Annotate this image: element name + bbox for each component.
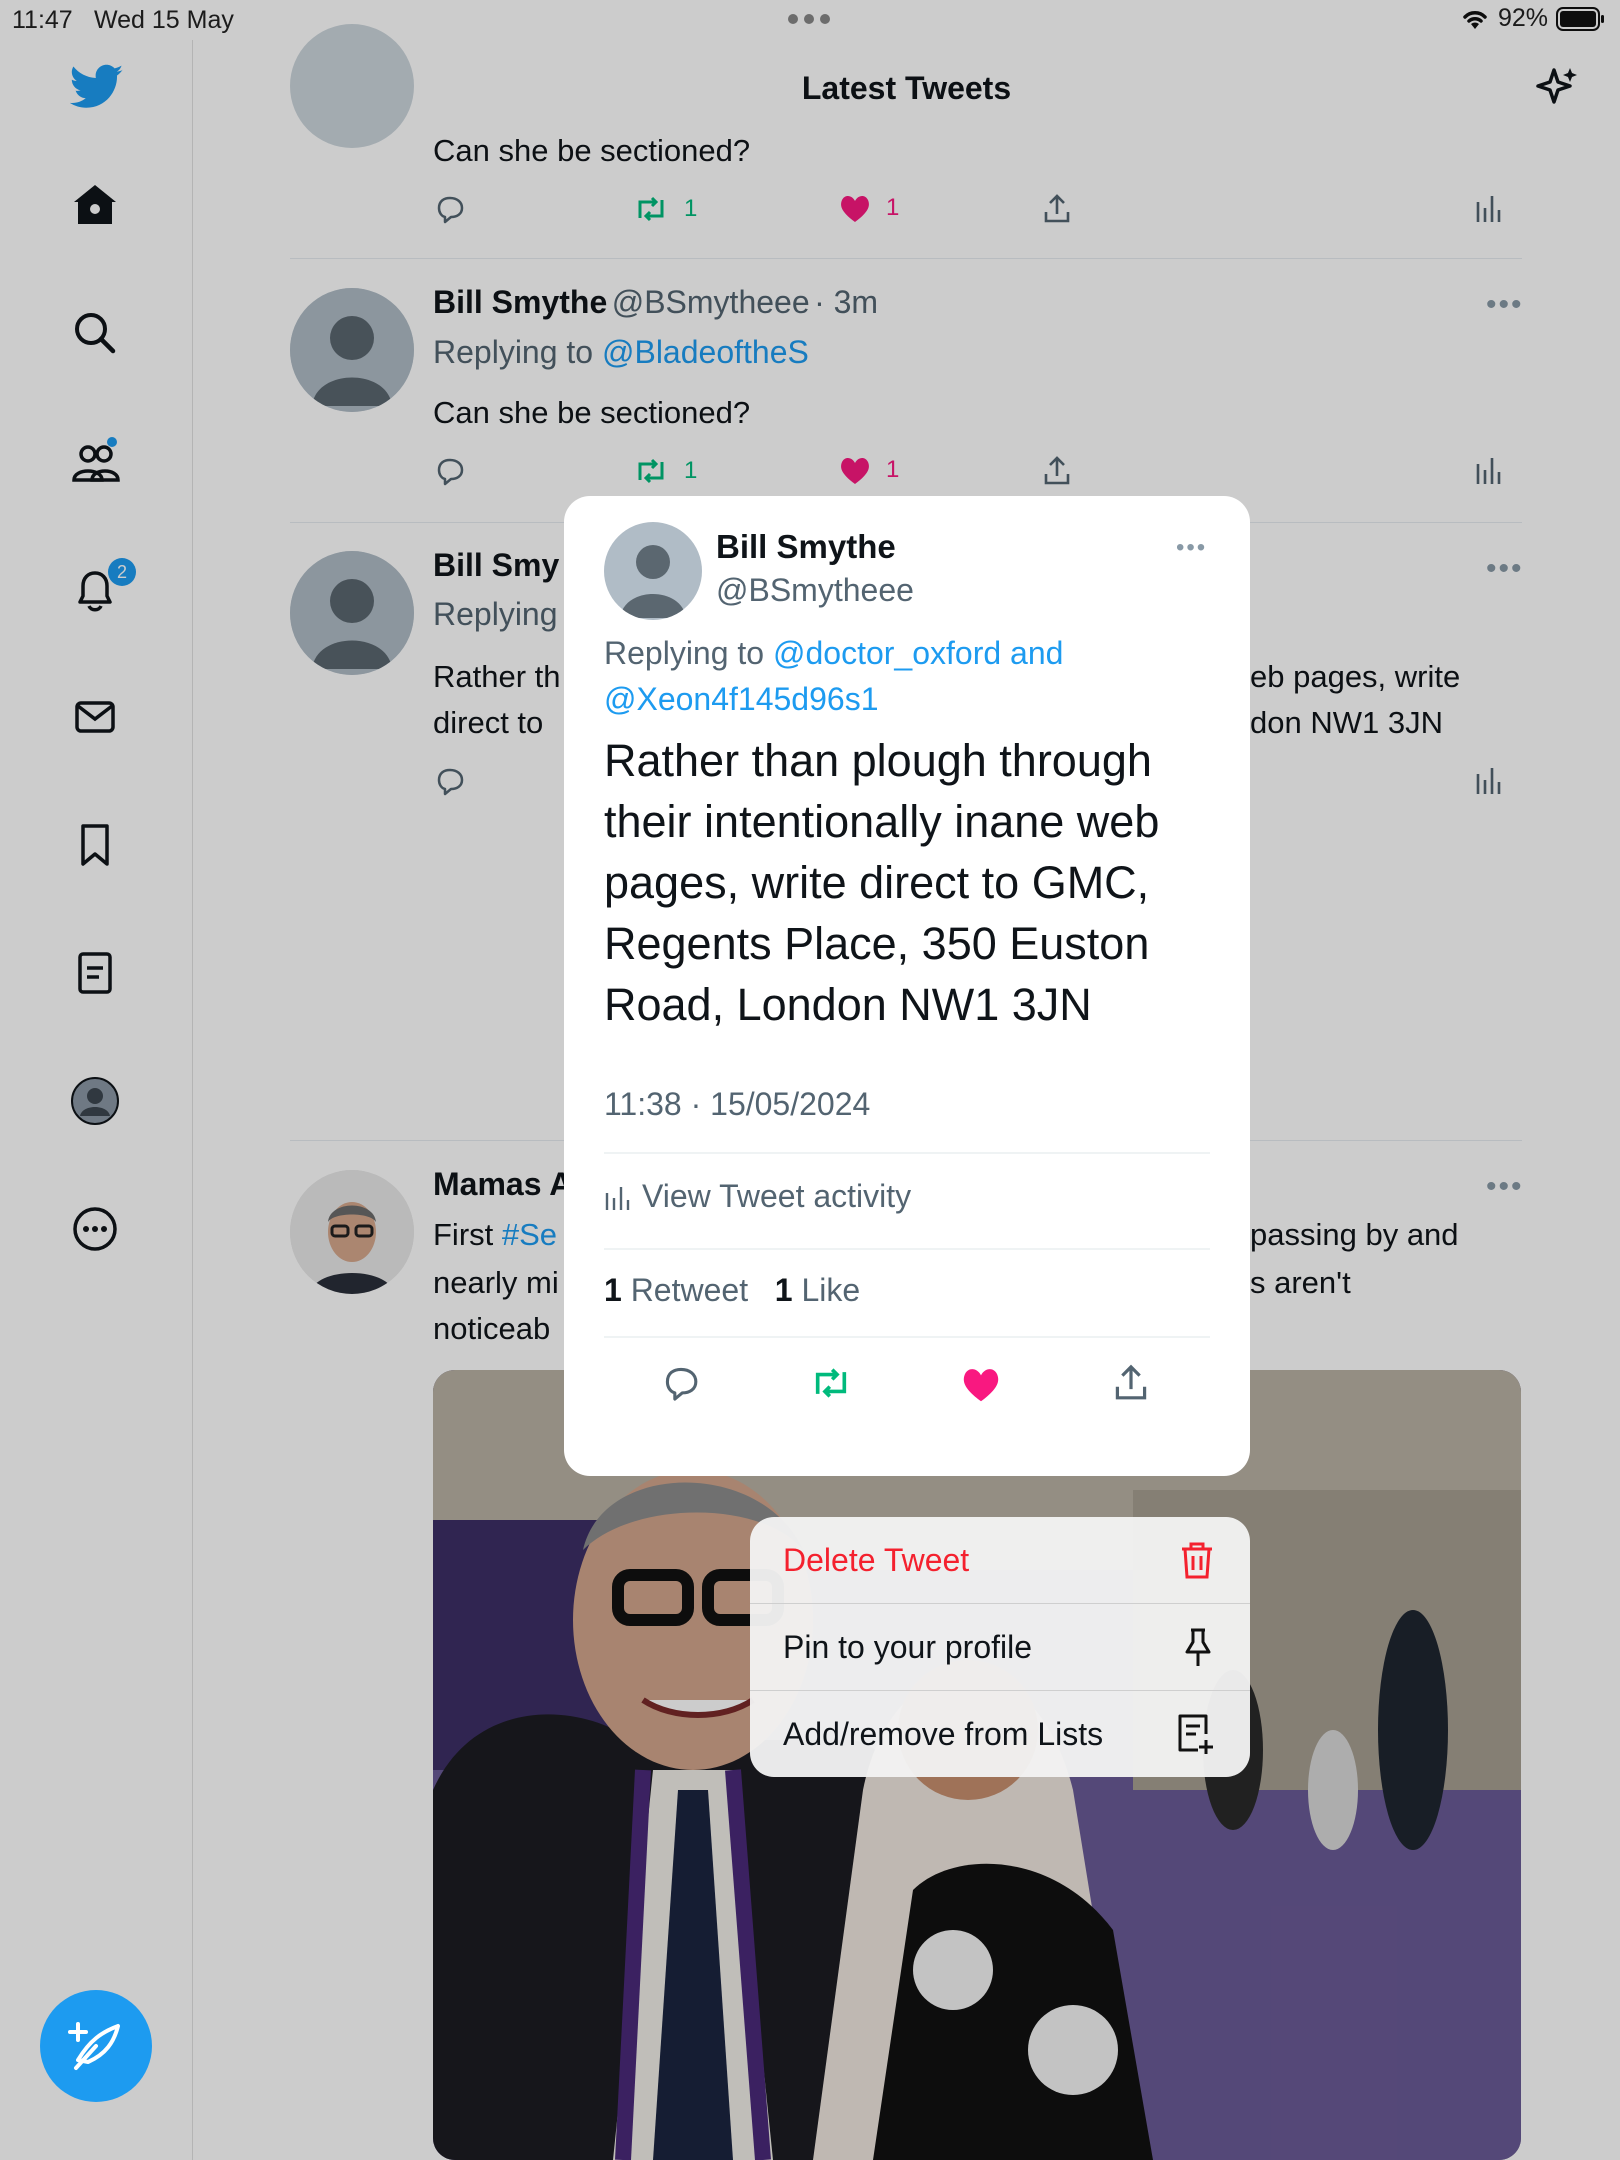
delete-tweet-menu-item[interactable]: Delete Tweet bbox=[750, 1517, 1250, 1603]
share-icon[interactable] bbox=[1110, 1362, 1152, 1404]
likes-stat[interactable]: 1 Like bbox=[775, 1272, 860, 1308]
tweet-stats: 1 Retweet 1 Like bbox=[604, 1272, 860, 1309]
more-options-icon[interactable]: ••• bbox=[1176, 534, 1207, 562]
tweet-text: Rather than plough through their intenti… bbox=[604, 735, 1160, 1030]
view-tweet-activity-label: View Tweet activity bbox=[642, 1178, 912, 1214]
author-name[interactable]: Bill Smythe bbox=[716, 528, 896, 566]
author-handle[interactable]: @BSmytheee bbox=[716, 572, 914, 609]
retweet-button[interactable] bbox=[808, 1362, 854, 1404]
divider bbox=[604, 1336, 1210, 1338]
like-button[interactable] bbox=[960, 1364, 1002, 1404]
trash-icon bbox=[1178, 1540, 1216, 1580]
pin-icon bbox=[1180, 1626, 1216, 1668]
menu-item-label: Pin to your profile bbox=[783, 1628, 1033, 1665]
view-tweet-activity-link[interactable]: View Tweet activity bbox=[604, 1178, 911, 1215]
menu-item-label: Add/remove from Lists bbox=[783, 1715, 1104, 1752]
analytics-icon bbox=[604, 1183, 630, 1211]
mention-link[interactable]: @Xeon4f145d96s1 bbox=[604, 681, 878, 717]
replying-to: Replying to @doctor_oxford and @Xeon4f14… bbox=[604, 635, 1064, 717]
divider bbox=[604, 1152, 1210, 1154]
list-add-icon bbox=[1174, 1712, 1216, 1756]
context-menu: Delete Tweet Pin to your profile Add/rem… bbox=[750, 1517, 1250, 1777]
retweets-stat[interactable]: 1 Retweet bbox=[604, 1272, 748, 1308]
pin-to-profile-menu-item[interactable]: Pin to your profile bbox=[750, 1604, 1250, 1690]
avatar[interactable] bbox=[604, 522, 702, 620]
compose-tweet-button[interactable] bbox=[40, 1990, 152, 2102]
compose-feather-icon bbox=[68, 2022, 120, 2070]
menu-item-label: Delete Tweet bbox=[783, 1541, 970, 1578]
tweet-preview-popup: Bill Smythe @BSmytheee ••• Replying to @… bbox=[564, 496, 1250, 1476]
divider bbox=[604, 1248, 1210, 1250]
reply-button[interactable] bbox=[660, 1362, 702, 1404]
mention-link[interactable]: @doctor_oxford and bbox=[773, 635, 1063, 671]
add-remove-lists-menu-item[interactable]: Add/remove from Lists bbox=[750, 1691, 1250, 1777]
tweet-timestamp: 11:38 · 15/05/2024 bbox=[604, 1086, 871, 1122]
